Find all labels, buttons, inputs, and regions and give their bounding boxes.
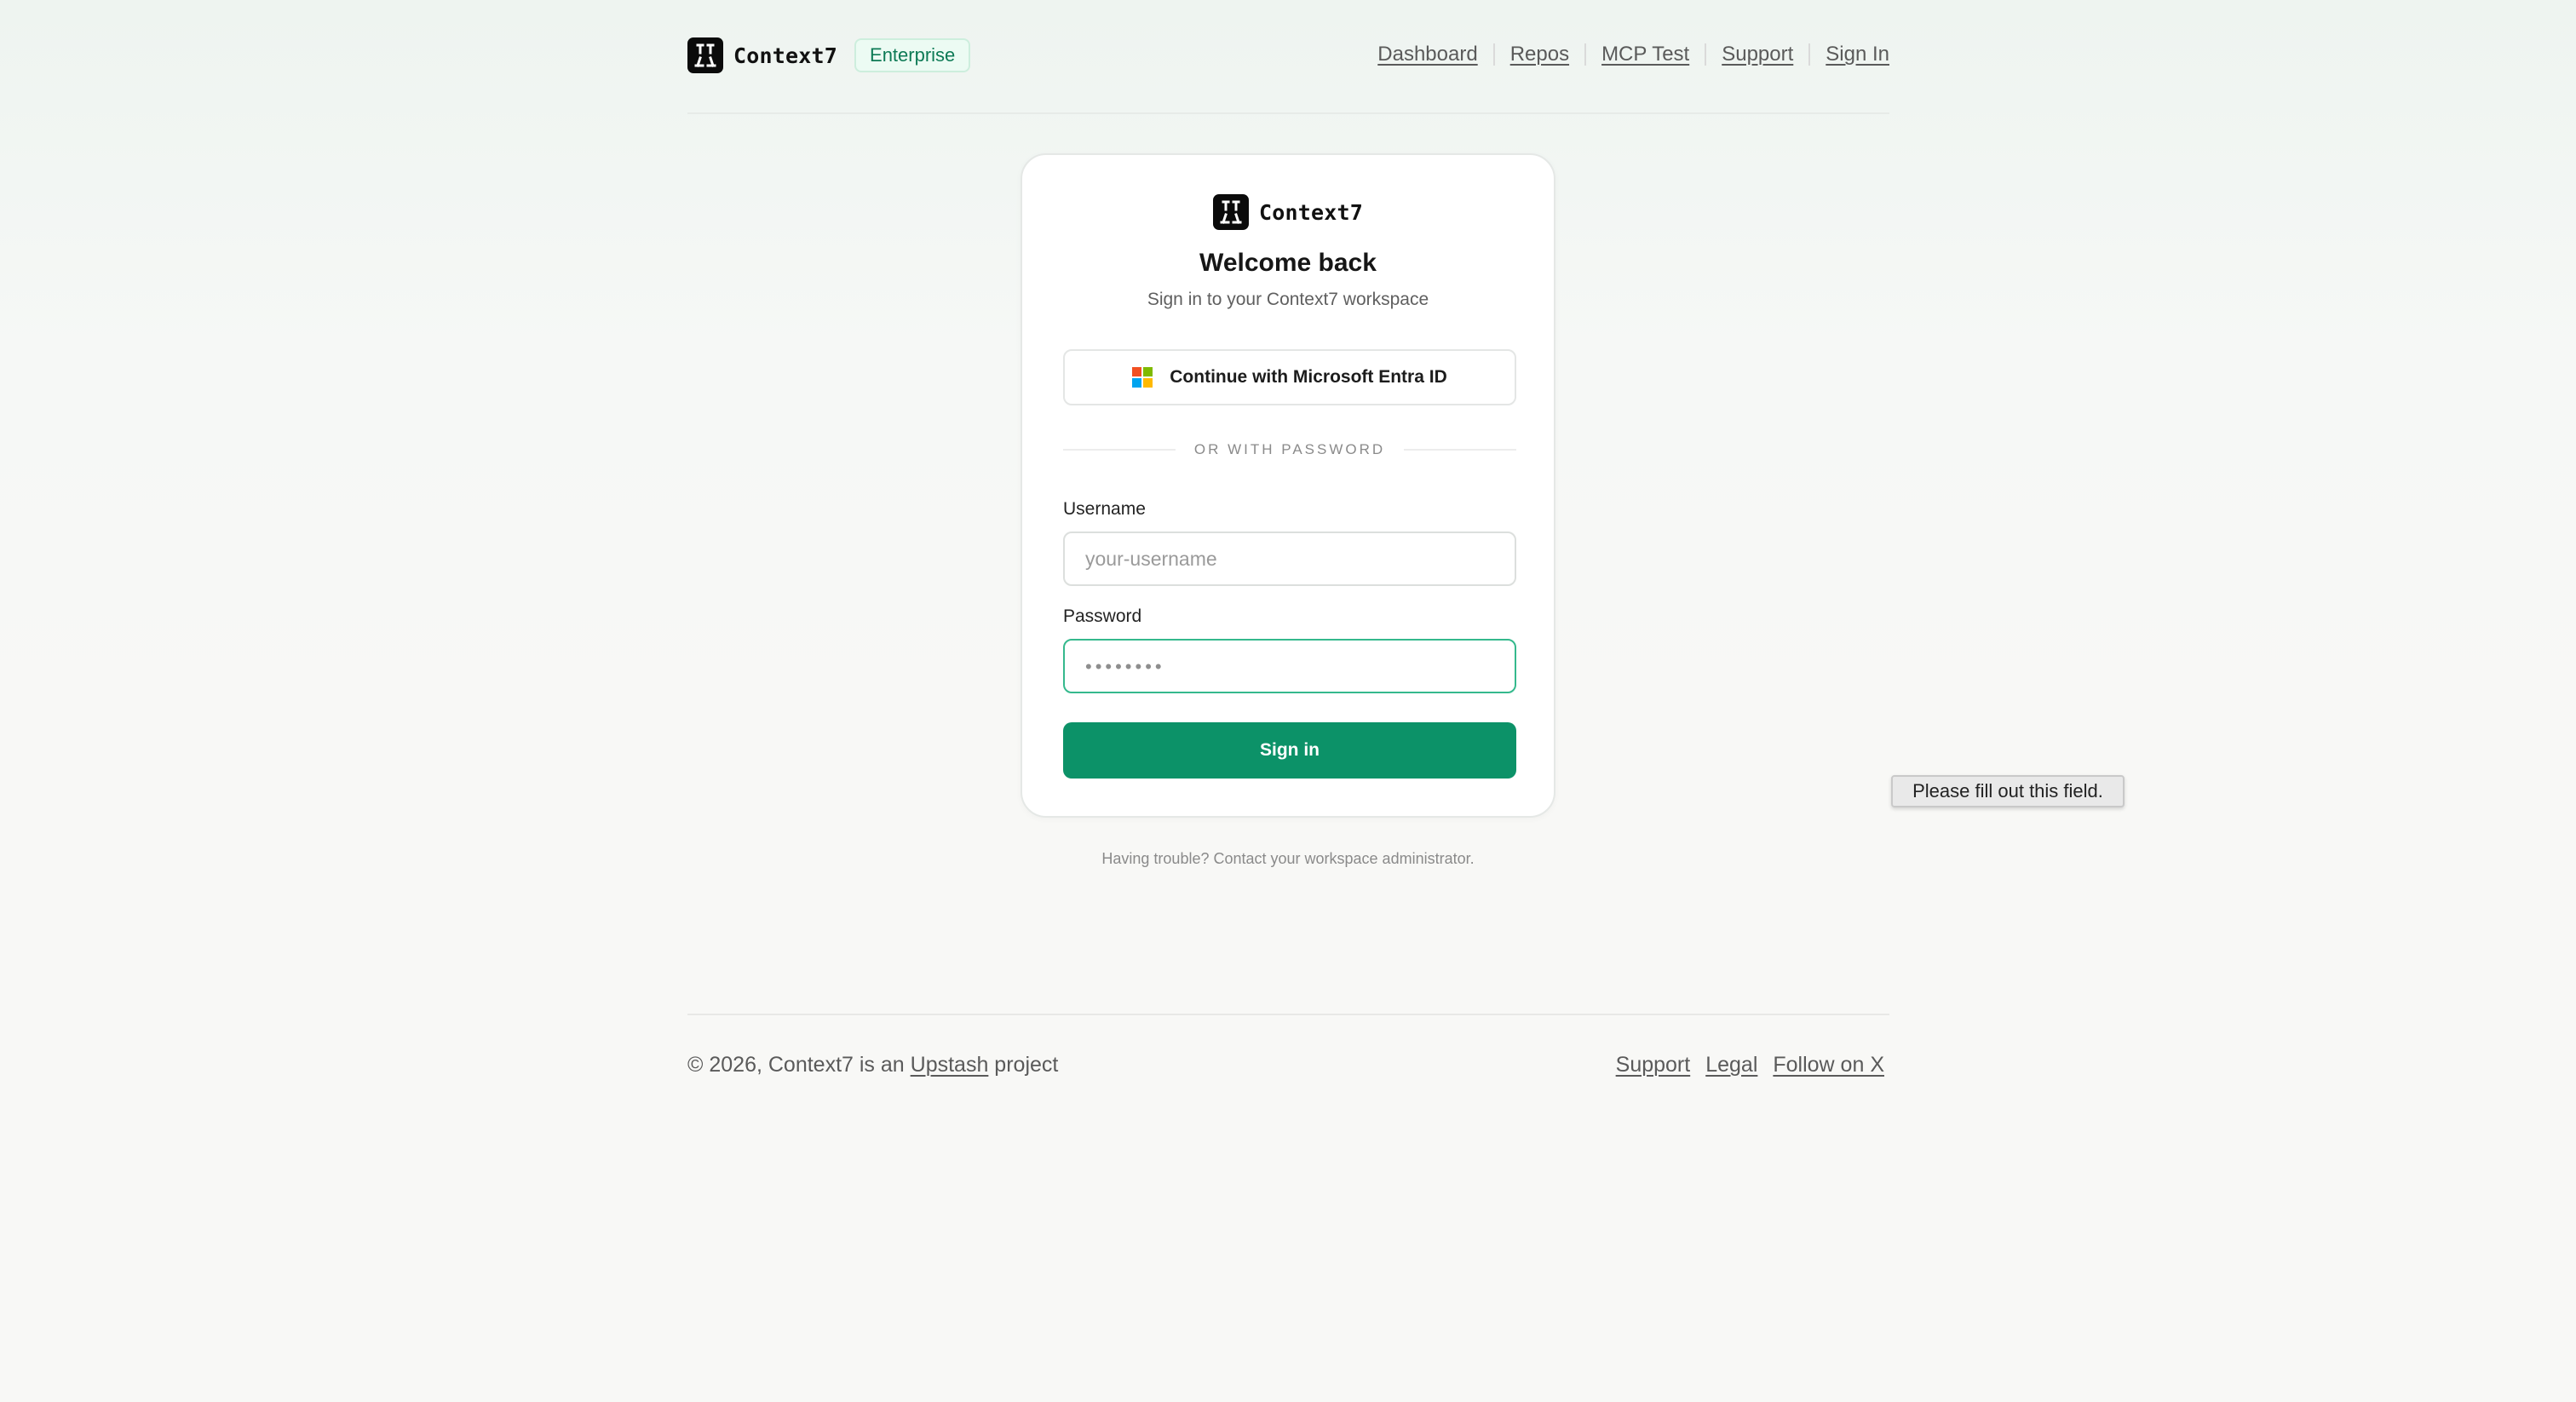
nav-link-repos[interactable]: Repos [1510, 43, 1569, 66]
footer-link-support[interactable]: Support [1616, 1053, 1691, 1077]
nav-link-mcp-test[interactable]: MCP Test [1601, 43, 1689, 66]
footer-link-follow-on-x[interactable]: Follow on X [1773, 1053, 1884, 1077]
nav-separator [1808, 43, 1811, 66]
sso-button-label: Continue with Microsoft Entra ID [1170, 367, 1447, 387]
footer-links: Support Legal Follow on X [1616, 1053, 1884, 1077]
copyright-suffix: project [988, 1053, 1059, 1077]
username-input[interactable] [1063, 531, 1516, 586]
top-nav: Dashboard Repos MCP Test Support Sign In [1377, 43, 1889, 66]
help-text: Having trouble? Contact your workspace a… [1101, 850, 1475, 867]
context7-logo-icon [1212, 194, 1249, 230]
microsoft-logo-icon [1132, 367, 1153, 388]
context7-logo-icon [687, 37, 723, 73]
validation-tooltip: Please fill out this field. [1891, 775, 2125, 807]
password-input[interactable] [1063, 639, 1516, 693]
nav-separator [1492, 43, 1495, 66]
brand[interactable]: Context7 Enterprise [687, 37, 971, 73]
footer-link-legal[interactable]: Legal [1705, 1053, 1757, 1077]
password-label: Password [1063, 606, 1142, 626]
page-title: Welcome back [1199, 249, 1377, 277]
divider-text: OR WITH PASSWORD [1193, 441, 1386, 457]
nav-link-sign-in[interactable]: Sign In [1826, 43, 1889, 66]
divider-line [1063, 449, 1176, 451]
nav-link-support[interactable]: Support [1722, 43, 1793, 66]
or-divider: OR WITH PASSWORD [1063, 441, 1517, 458]
page-subtitle: Sign in to your Context7 workspace [1147, 290, 1429, 309]
enterprise-badge: Enterprise [854, 38, 971, 72]
upstash-link[interactable]: Upstash [911, 1053, 989, 1077]
microsoft-sso-button[interactable]: Continue with Microsoft Entra ID [1063, 349, 1516, 405]
site-footer: © 2026, Context7 is an Upstash project S… [687, 1014, 1889, 1109]
copyright-prefix: © 2026, Context7 is an [687, 1053, 911, 1077]
username-label: Username [1063, 499, 1146, 519]
card-brand-name: Context7 [1258, 199, 1363, 225]
nav-separator [1584, 43, 1587, 66]
site-header: Context7 Enterprise Dashboard Repos MCP … [687, 34, 1889, 114]
nav-separator [1705, 43, 1707, 66]
divider-line [1404, 449, 1517, 451]
sign-in-button[interactable]: Sign in [1063, 722, 1516, 779]
brand-name: Context7 [733, 43, 838, 68]
card-brand: Context7 [1022, 194, 1554, 230]
login-card: Context7 Welcome back Sign in to your Co… [1021, 153, 1555, 818]
footer-copyright: © 2026, Context7 is an Upstash project [687, 1053, 1058, 1077]
nav-link-dashboard[interactable]: Dashboard [1377, 43, 1477, 66]
